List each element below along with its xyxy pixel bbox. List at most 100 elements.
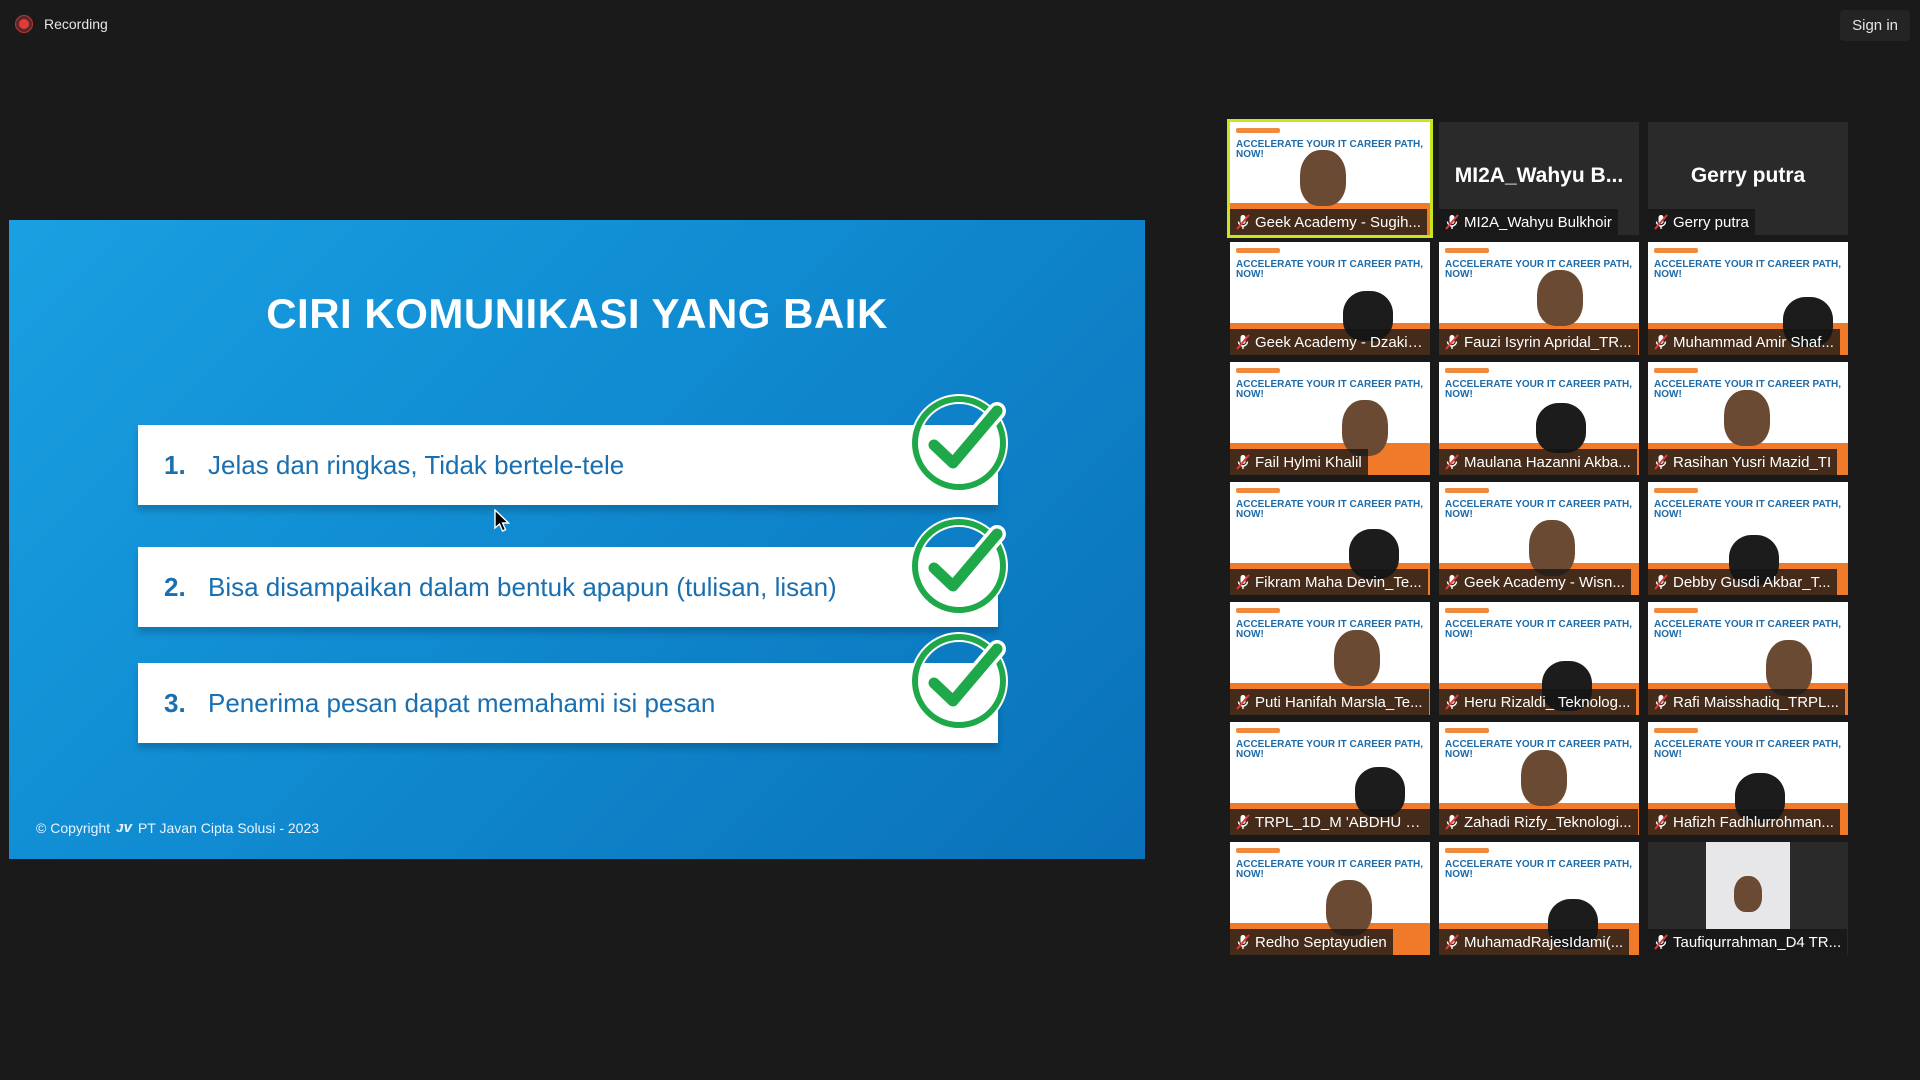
participant-name-bar: Gerry putra — [1648, 209, 1755, 235]
participant-name: Debby Gusdi Akbar_T... — [1673, 573, 1831, 591]
mic-muted-icon — [1654, 814, 1668, 830]
participant-name-bar: Zahadi Rizfy_Teknologi... — [1439, 809, 1638, 835]
participant-name: MuhamadRajesIdami(... — [1464, 933, 1624, 951]
point-text: Penerima pesan dapat memahami isi pesan — [208, 687, 716, 718]
participant-face — [1724, 390, 1770, 446]
checkmark-icon — [910, 394, 1008, 492]
mic-muted-icon — [1236, 334, 1250, 350]
participant-name-bar: Rasihan Yusri Mazid_TI — [1648, 449, 1838, 475]
mic-muted-icon — [1654, 214, 1668, 230]
participant-name: Fikram Maha Devin_Te... — [1255, 573, 1422, 591]
participant-tile[interactable]: Gerry putra Gerry putra — [1648, 122, 1848, 235]
participant-tile[interactable]: ACCELERATE YOUR IT CAREER PATH, NOW! TRPL… — [1230, 722, 1430, 835]
participant-name-bar: Geek Academy - Wisn... — [1439, 569, 1631, 595]
participant-tile[interactable]: ACCELERATE YOUR IT CAREER PATH, NOW! Rafi… — [1648, 602, 1848, 715]
participant-name: Rafi Maisshadiq_TRPL... — [1673, 693, 1839, 711]
participant-name: Fail Hylmi Khalil — [1255, 453, 1362, 471]
mic-muted-icon — [1654, 454, 1668, 470]
participant-tile[interactable]: MI2A_Wahyu B... MI2A_Wahyu Bulkhoir — [1439, 122, 1639, 235]
background-text: ACCELERATE YOUR IT CAREER PATH, NOW! — [1445, 499, 1633, 520]
participant-name: Fauzi Isyrin Apridal_TR... — [1464, 333, 1632, 351]
participant-tile[interactable]: ACCELERATE YOUR IT CAREER PATH, NOW! Zaha… — [1439, 722, 1639, 835]
slide-point-2: 2. Bisa disampaikan dalam bentuk apapun … — [138, 547, 998, 627]
mic-muted-icon — [1445, 934, 1459, 950]
participant-name: Geek Academy - Sugih... — [1255, 213, 1421, 231]
mic-muted-icon — [1445, 334, 1459, 350]
participant-tile[interactable]: ACCELERATE YOUR IT CAREER PATH, NOW! Muha… — [1439, 842, 1639, 955]
participant-name-bar: MuhamadRajesIdami(... — [1439, 929, 1630, 955]
mic-muted-icon — [1236, 694, 1250, 710]
company-text: PT Javan Cipta Solusi - 2023 — [137, 819, 320, 836]
participant-tile[interactable]: ACCELERATE YOUR IT CAREER PATH, NOW! Muha… — [1648, 242, 1848, 355]
participant-name: Rasihan Yusri Mazid_TI — [1673, 453, 1832, 471]
record-icon — [16, 16, 32, 32]
background-text: ACCELERATE YOUR IT CAREER PATH, NOW! — [1654, 619, 1842, 640]
participant-name-bar: Geek Academy - Sugih... — [1230, 209, 1427, 235]
mic-muted-icon — [1445, 574, 1459, 590]
participant-name: Puti Hanifah Marsla_Te... — [1255, 693, 1423, 711]
participant-name: Hafizh Fadhlurrohman... — [1673, 813, 1834, 831]
mic-muted-icon — [1236, 214, 1250, 230]
participant-tile[interactable]: ACCELERATE YOUR IT CAREER PATH, NOW! Puti… — [1230, 602, 1430, 715]
participant-name: Geek Academy - Dzaki ... — [1255, 333, 1424, 351]
mic-muted-icon — [1654, 574, 1668, 590]
recording-indicator[interactable]: Recording — [16, 16, 108, 32]
participant-name: Redho Septayudien — [1255, 933, 1387, 951]
background-text: ACCELERATE YOUR IT CAREER PATH, NOW! — [1236, 379, 1424, 400]
participant-tile[interactable]: ACCELERATE YOUR IT CAREER PATH, NOW! Geek… — [1227, 119, 1433, 238]
participant-tile[interactable]: ACCELERATE YOUR IT CAREER PATH, NOW! Redh… — [1230, 842, 1430, 955]
participant-name-bar: TRPL_1D_M 'ABDHU S... — [1230, 809, 1430, 835]
participant-face — [1521, 750, 1567, 806]
background-text: ACCELERATE YOUR IT CAREER PATH, NOW! — [1236, 619, 1424, 640]
mic-muted-icon — [1236, 814, 1250, 830]
participant-name-bar: Fail Hylmi Khalil — [1230, 449, 1368, 475]
participant-name-bar: Rafi Maisshadiq_TRPL... — [1648, 689, 1845, 715]
point-text: Bisa disampaikan dalam bentuk apapun (tu… — [208, 571, 837, 602]
participant-face — [1342, 400, 1388, 456]
background-text: ACCELERATE YOUR IT CAREER PATH, NOW! — [1654, 739, 1842, 760]
participant-tile[interactable]: ACCELERATE YOUR IT CAREER PATH, NOW! Geek… — [1439, 482, 1639, 595]
participant-name-bar: Redho Septayudien — [1230, 929, 1393, 955]
mic-muted-icon — [1654, 694, 1668, 710]
participant-face — [1537, 270, 1583, 326]
participant-tile[interactable]: ACCELERATE YOUR IT CAREER PATH, NOW! Rasi… — [1648, 362, 1848, 475]
mic-muted-icon — [1445, 214, 1459, 230]
participant-name: Gerry putra — [1673, 213, 1749, 231]
participant-name-bar: Taufiqurrahman_D4 TR... — [1648, 929, 1848, 955]
participant-tile[interactable]: ACCELERATE YOUR IT CAREER PATH, NOW! Maul… — [1439, 362, 1639, 475]
point-number: 3. — [164, 687, 186, 718]
mic-muted-icon — [1445, 814, 1459, 830]
participant-tile[interactable]: ACCELERATE YOUR IT CAREER PATH, NOW! Heru… — [1439, 602, 1639, 715]
participant-name: Zahadi Rizfy_Teknologi... — [1464, 813, 1632, 831]
participant-name-bar: Maulana Hazanni Akba... — [1439, 449, 1637, 475]
background-text: ACCELERATE YOUR IT CAREER PATH, NOW! — [1445, 859, 1633, 880]
participant-face — [1766, 640, 1812, 696]
mic-muted-icon — [1445, 454, 1459, 470]
participant-tile[interactable]: Taufiqurrahman_D4 TR... — [1648, 842, 1848, 955]
point-text: Jelas dan ringkas, Tidak bertele-tele — [208, 449, 625, 480]
participant-tile[interactable]: ACCELERATE YOUR IT CAREER PATH, NOW! Hafi… — [1648, 722, 1848, 835]
background-text: ACCELERATE YOUR IT CAREER PATH, NOW! — [1236, 859, 1424, 880]
participant-name: MI2A_Wahyu Bulkhoir — [1464, 213, 1612, 231]
participant-tile[interactable]: ACCELERATE YOUR IT CAREER PATH, NOW! Debb… — [1648, 482, 1848, 595]
mic-muted-icon — [1236, 934, 1250, 950]
participant-tile[interactable]: ACCELERATE YOUR IT CAREER PATH, NOW! Geek… — [1230, 242, 1430, 355]
shared-screen-slide: CIRI KOMUNIKASI YANG BAIK 1. Jelas dan r… — [9, 220, 1145, 859]
participant-face — [1536, 403, 1586, 453]
participant-tile[interactable]: ACCELERATE YOUR IT CAREER PATH, NOW! Fail… — [1230, 362, 1430, 475]
participant-name: Taufiqurrahman_D4 TR... — [1673, 933, 1842, 951]
background-text: ACCELERATE YOUR IT CAREER PATH, NOW! — [1445, 379, 1633, 400]
mic-muted-icon — [1236, 574, 1250, 590]
participant-name: Heru Rizaldi_ Teknolog... — [1464, 693, 1631, 711]
mic-muted-icon — [1654, 334, 1668, 350]
background-text: ACCELERATE YOUR IT CAREER PATH, NOW! — [1445, 619, 1633, 640]
mouse-cursor-icon — [494, 509, 511, 532]
background-text: ACCELERATE YOUR IT CAREER PATH, NOW! — [1236, 259, 1424, 280]
sign-in-button[interactable]: Sign in — [1840, 10, 1910, 41]
participant-tile[interactable]: ACCELERATE YOUR IT CAREER PATH, NOW! Fikr… — [1230, 482, 1430, 595]
participant-tile[interactable]: ACCELERATE YOUR IT CAREER PATH, NOW! Fauz… — [1439, 242, 1639, 355]
slide-point-3: 3. Penerima pesan dapat memahami isi pes… — [138, 663, 998, 743]
point-number: 1. — [164, 449, 186, 480]
participant-name-bar: Puti Hanifah Marsla_Te... — [1230, 689, 1429, 715]
participant-face — [1326, 880, 1372, 936]
